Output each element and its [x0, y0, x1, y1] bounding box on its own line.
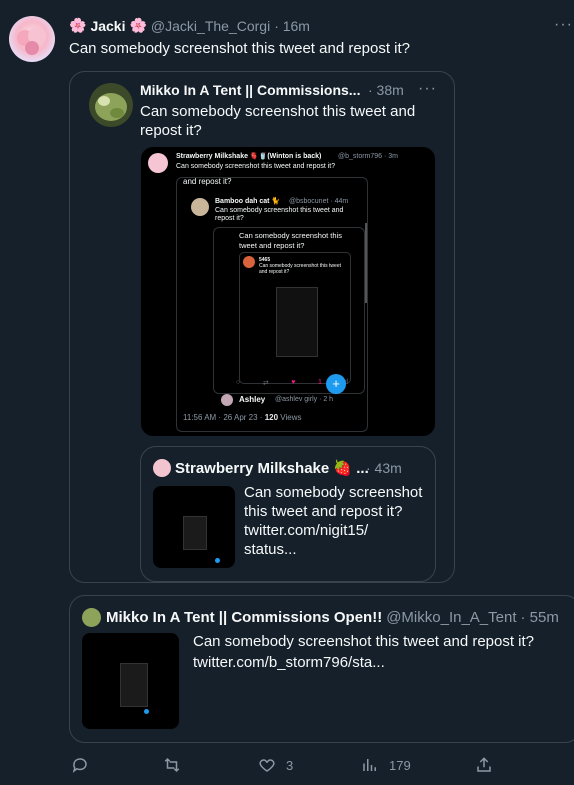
nested-text-line-2: this tweet and repost it?: [244, 503, 403, 520]
views-button[interactable]: 179: [361, 756, 411, 774]
screenshot-reply-icon: ○: [236, 379, 241, 386]
screenshot-footer-views-label: Views: [280, 413, 302, 422]
author-avatar[interactable]: [9, 16, 55, 62]
second-quoted-time[interactable]: · 55m: [521, 609, 559, 626]
flower-emoji-icon: 🌸: [129, 17, 147, 33]
screenshot-reply-avatar: [221, 394, 233, 406]
screenshot-inner1-name: Bamboo dah cat 🐈: [215, 198, 281, 205]
screenshot-retweet-icon: ⇄: [262, 380, 269, 387]
screenshot-header-handle: @b_storm796 · 3m: [338, 153, 399, 160]
screenshot-footer-time: 11:56 AM · 26 Apr 23 ·: [183, 413, 263, 422]
flower-emoji-icon: 🌸: [69, 17, 87, 33]
nested-thumb-dot: [215, 558, 220, 563]
screenshot-scrollbar: [365, 223, 367, 303]
second-quoted-author-name[interactable]: Mikko In A Tent || Commissions Open!!: [106, 609, 382, 626]
quoted-author-avatar[interactable]: [89, 83, 133, 127]
screenshot-like-count: 1: [318, 379, 322, 386]
second-quoted-link[interactable]: twitter.com/b_storm796/sta...: [193, 654, 385, 671]
second-quoted-text: Can somebody screenshot this tweet and r…: [193, 633, 535, 650]
second-quoted-handle[interactable]: @Mikko_In_A_Tent: [386, 609, 516, 626]
screenshot-header-text: Can somebody screenshot this tweet and r…: [176, 163, 336, 170]
screenshot-reply-name: Ashley: [239, 395, 266, 404]
second-thumb-dot: [144, 709, 149, 714]
heart-icon: [259, 759, 275, 772]
nested-text-line-3: twitter.com/nigit15/: [244, 522, 369, 539]
nested-text-line-4: status...: [244, 541, 297, 558]
screenshot-header-name: Strawberry Milkshake 🫀🥤(Winton is back): [176, 153, 322, 160]
screenshot-deep-thumb: [276, 287, 318, 357]
screenshot-inner1-handle: @bsbocunet · 44m: [289, 198, 349, 205]
quoted-more-options-icon[interactable]: ···: [418, 80, 437, 98]
tweet-text: Can somebody screenshot this tweet and r…: [69, 40, 411, 57]
more-options-icon[interactable]: ···: [554, 16, 573, 34]
tweet-time[interactable]: · 16m: [274, 18, 310, 34]
retweet-icon: [164, 757, 180, 773]
screenshot-inner2-text: Can somebody screenshot this tweet and r…: [239, 231, 342, 250]
nested-thumb-detail: [183, 516, 207, 550]
reply-icon: [72, 758, 87, 773]
nested-author-avatar[interactable]: [153, 459, 171, 477]
quoted-tweet-text: Can somebody screenshot this tweet and r…: [140, 103, 416, 139]
nested-author-name[interactable]: Strawberry Milkshake 🍓 ...: [175, 459, 369, 477]
screenshot-reply-handle: @ashlev girly · 2 h: [275, 396, 334, 403]
nested-thumbnail-image[interactable]: [153, 486, 235, 568]
screenshot-compose-fab: +: [326, 374, 346, 394]
nested-tweet-time[interactable]: · 43m: [366, 460, 402, 476]
reply-button[interactable]: [71, 756, 99, 774]
screenshot-inner1-text: Can somebody screenshot this tweet and r…: [215, 207, 344, 222]
author-handle[interactable]: @Jacki_The_Corgi: [151, 18, 270, 34]
screenshot-image[interactable]: Strawberry Milkshake 🫀🥤(Winton is back) …: [141, 147, 435, 436]
screenshot-avatar: [148, 153, 168, 173]
quoted-tweet-time[interactable]: · 38m: [368, 82, 404, 98]
views-count: 179: [389, 757, 411, 773]
screenshot-like-icon: ♥: [291, 379, 296, 386]
views-chart-icon: [363, 759, 376, 771]
quoted-author-name[interactable]: Mikko In A Tent || Commissions...: [140, 82, 360, 98]
share-icon: [477, 757, 491, 772]
screenshot-inner-avatar: [191, 198, 209, 216]
author-display-name[interactable]: Jacki: [90, 18, 125, 34]
second-quoted-avatar[interactable]: [82, 608, 101, 627]
second-quoted-thumbnail[interactable]: [82, 633, 179, 729]
like-button[interactable]: 3: [258, 756, 293, 774]
screenshot-inner3-text: Can somebody screenshot this tweet and r…: [259, 263, 341, 275]
screenshot-deep-avatar: [243, 256, 255, 268]
screenshot-partial-text: and repost it?: [183, 177, 232, 186]
screenshot-footer-views: 120: [264, 413, 279, 422]
share-button[interactable]: [475, 756, 493, 774]
retweet-button[interactable]: [163, 756, 191, 774]
nested-text-line-1: Can somebody screenshot: [244, 484, 423, 501]
second-thumb-detail: [120, 663, 148, 707]
like-count: 3: [286, 757, 294, 773]
